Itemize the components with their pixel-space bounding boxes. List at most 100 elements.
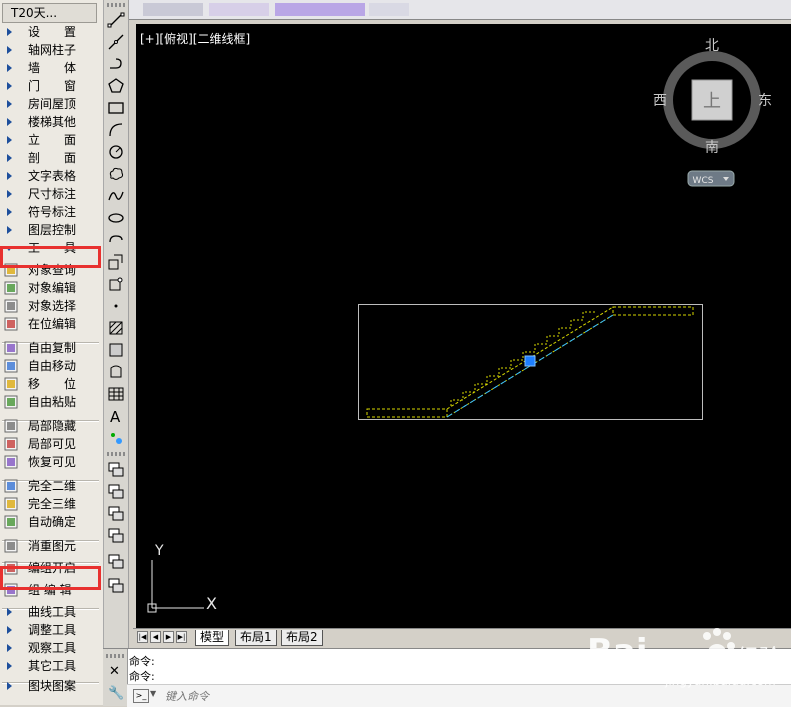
revision-cloud-icon[interactable] <box>106 164 126 184</box>
command-dropdown-icon[interactable]: ▼ <box>150 689 156 698</box>
make-block-icon[interactable] <box>106 274 126 294</box>
wrench-icon[interactable]: 🔧 <box>108 686 124 701</box>
group-edit-icon <box>4 583 18 597</box>
command-input[interactable] <box>163 687 567 705</box>
gradient-icon[interactable] <box>106 340 126 360</box>
point-icon[interactable] <box>106 296 126 316</box>
prev-tab-button[interactable]: ◀ <box>150 631 161 643</box>
panel-item-32[interactable]: 观察工具 <box>0 639 102 657</box>
expand-right-icon <box>7 190 12 198</box>
spline-icon[interactable] <box>106 186 126 206</box>
paste-icon <box>4 395 18 409</box>
panel-item-label: 消重图元 <box>28 539 77 553</box>
first-tab-button[interactable]: |◀ <box>137 631 148 643</box>
window-icon-5[interactable] <box>106 552 126 572</box>
panel-item-1[interactable]: 轴网柱子 <box>0 41 102 59</box>
panel-item-27[interactable]: 消重图元 <box>0 537 102 555</box>
polygon-icon[interactable] <box>106 76 126 96</box>
drawing-canvas[interactable]: [+][俯视][二维线框] 北 南 东 西 上 WCS Y X <box>136 24 791 630</box>
panel-item-26[interactable]: 自动确定 <box>0 513 102 531</box>
command-prompt-icon[interactable]: >_ <box>133 689 149 703</box>
panel-item-6[interactable]: 立 面 <box>0 131 102 149</box>
panel-item-21[interactable]: 局部隐藏 <box>0 417 102 435</box>
stair-drawing[interactable]: Y X <box>136 24 791 630</box>
panel-item-22[interactable]: 局部可见 <box>0 435 102 453</box>
panel-item-label: 观察工具 <box>28 641 77 655</box>
ellipse-arc-icon[interactable] <box>106 230 126 250</box>
add-selected-icon[interactable] <box>106 428 126 448</box>
watermark-brand2: 经验 <box>737 646 782 671</box>
grip-point[interactable] <box>524 355 536 367</box>
expand-right-icon <box>7 100 12 108</box>
window-icon-4[interactable] <box>106 526 126 546</box>
panel-item-18[interactable]: 自由移动 <box>0 357 102 375</box>
panel-item-23[interactable]: 恢复可见 <box>0 453 102 471</box>
last-tab-button[interactable]: ▶| <box>176 631 187 643</box>
panel-item-14[interactable]: 对象编辑 <box>0 279 102 297</box>
expand-right-icon <box>7 46 12 54</box>
panel-title[interactable]: T20天... <box>2 3 97 23</box>
panel-item-3[interactable]: 门 窗 <box>0 77 102 95</box>
panel-item-7[interactable]: 剖 面 <box>0 149 102 167</box>
panel-item-11[interactable]: 图层控制 <box>0 221 102 239</box>
blurred-tab-2[interactable] <box>209 3 269 16</box>
window-icon-6[interactable] <box>106 576 126 596</box>
blurred-tab-4[interactable] <box>369 3 409 16</box>
panel-item-label: 尺寸标注 <box>28 187 77 201</box>
panel-item-8[interactable]: 文字表格 <box>0 167 102 185</box>
panel-item-4[interactable]: 房间屋顶 <box>0 95 102 113</box>
panel-item-25[interactable]: 完全三维 <box>0 495 102 513</box>
panel-item-29[interactable]: 组 编 辑 <box>0 581 102 599</box>
window-icon-3[interactable] <box>106 504 126 524</box>
panel-item-5[interactable]: 楼梯其他 <box>0 113 102 131</box>
toolbar-grip[interactable] <box>107 3 125 7</box>
shift-icon <box>4 377 18 391</box>
panel-item-20[interactable]: 自由粘贴 <box>0 393 102 411</box>
panel-item-0[interactable]: 设 置 <box>0 23 102 41</box>
window-icon-2[interactable] <box>106 482 126 502</box>
panel-item-10[interactable]: 符号标注 <box>0 203 102 221</box>
panel-item-33[interactable]: 其它工具 <box>0 657 102 675</box>
panel-item-24[interactable]: 完全二维 <box>0 477 102 495</box>
insert-block-icon[interactable] <box>106 252 126 272</box>
panel-item-12[interactable]: 工 具 <box>0 239 102 257</box>
toolbar-grip-2[interactable] <box>107 452 125 456</box>
command-grip[interactable] <box>106 654 124 658</box>
panel-item-17[interactable]: 自由复制 <box>0 339 102 357</box>
circle-icon[interactable] <box>106 142 126 162</box>
mtext-icon[interactable]: A <box>106 406 126 426</box>
blurred-tab-1[interactable] <box>143 3 203 16</box>
ellipse-icon[interactable] <box>106 208 126 228</box>
panel-item-16[interactable]: 在位编辑 <box>0 315 102 333</box>
panel-item-28[interactable]: 编组开启 <box>0 559 102 577</box>
blurred-tab-3[interactable] <box>275 3 365 16</box>
tab-layout1[interactable]: 布局1 <box>235 630 277 646</box>
window-icon-1[interactable] <box>106 460 126 480</box>
polyline-icon[interactable] <box>106 54 126 74</box>
command-history-line-1: 命令: <box>129 655 155 668</box>
expand-right-icon <box>7 118 12 126</box>
expand-right-icon <box>7 82 12 90</box>
panel-item-31[interactable]: 调整工具 <box>0 621 102 639</box>
next-tab-button[interactable]: ▶ <box>163 631 174 643</box>
panel-item-19[interactable]: 移 位 <box>0 375 102 393</box>
panel-item-34[interactable]: 图块图案 <box>0 677 102 695</box>
panel-item-2[interactable]: 墙 体 <box>0 59 102 77</box>
construction-line-icon[interactable] <box>106 32 126 52</box>
arc-icon[interactable] <box>106 120 126 140</box>
table-icon[interactable] <box>106 384 126 404</box>
expand-right-icon <box>7 136 12 144</box>
panel-item-9[interactable]: 尺寸标注 <box>0 185 102 203</box>
tab-model[interactable]: 模型 <box>195 630 230 646</box>
close-icon[interactable]: ✕ <box>109 664 120 679</box>
panel-item-13[interactable]: 对象查询 <box>0 261 102 279</box>
region-icon[interactable] <box>106 362 126 382</box>
rectangle-icon[interactable] <box>106 98 126 118</box>
panel-item-label: 在位编辑 <box>28 317 77 331</box>
panel-item-30[interactable]: 曲线工具 <box>0 603 102 621</box>
bulb-icon <box>4 561 18 575</box>
hatch-icon[interactable] <box>106 318 126 338</box>
tab-layout2[interactable]: 布局2 <box>281 630 323 646</box>
panel-item-15[interactable]: 对象选择 <box>0 297 102 315</box>
line-icon[interactable] <box>106 10 126 30</box>
